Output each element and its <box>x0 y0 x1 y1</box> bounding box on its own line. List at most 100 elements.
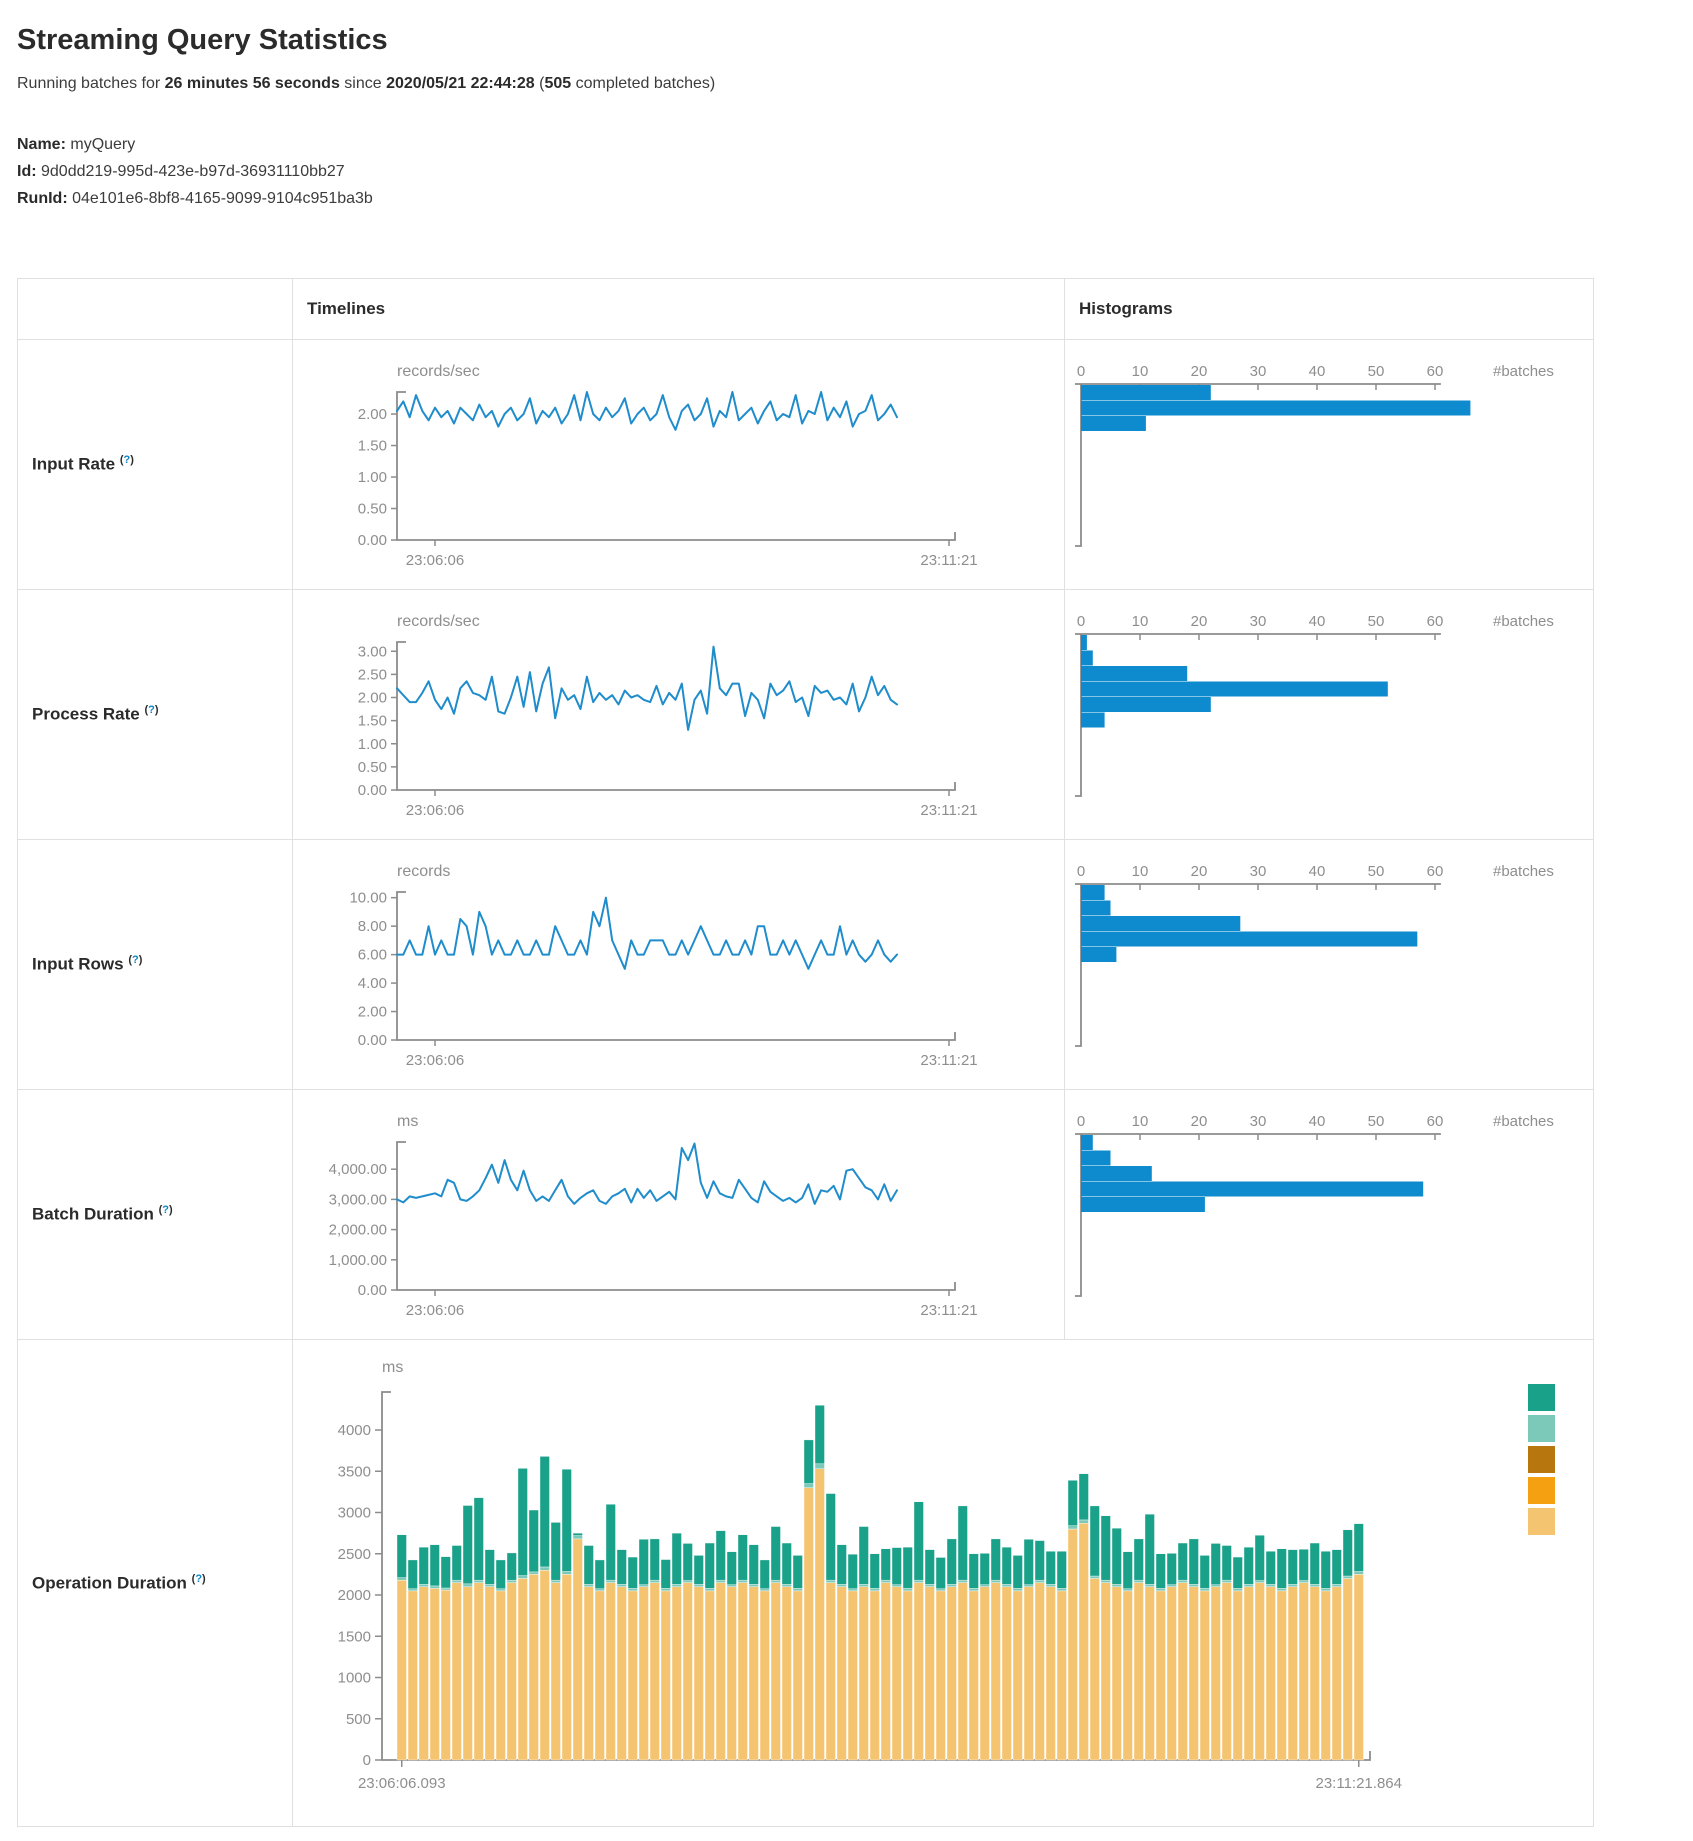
input-rate-histogram-chart: 0102030405060#batches <box>1069 354 1593 569</box>
svg-text:20: 20 <box>1191 363 1208 380</box>
svg-text:30: 30 <box>1250 363 1267 380</box>
svg-text:#batches: #batches <box>1493 613 1554 630</box>
summary-text: since <box>340 75 386 92</box>
query-name-line: Name: myQuery <box>17 131 1676 158</box>
svg-text:50: 50 <box>1368 863 1385 880</box>
query-runid-line: RunId: 04e101e6-8bf8-4165-9099-9104c951b… <box>17 185 1676 212</box>
svg-text:#batches: #batches <box>1493 1113 1554 1130</box>
svg-text:2.00: 2.00 <box>358 406 387 423</box>
svg-text:23:11:21: 23:11:21 <box>920 802 977 819</box>
input-rate-histogram-cell: 0102030405060#batches <box>1065 340 1594 590</box>
batch-duration-help-tooltip[interactable]: (?) <box>159 1204 173 1216</box>
id-label: Id: <box>17 163 37 180</box>
svg-text:#batches: #batches <box>1493 863 1554 880</box>
svg-text:records: records <box>397 863 450 880</box>
svg-text:0: 0 <box>1077 363 1085 380</box>
svg-text:30: 30 <box>1250 613 1267 630</box>
svg-text:20: 20 <box>1191 863 1208 880</box>
input-rows-timeline-chart: records0.002.004.006.008.0010.0023:06:06… <box>297 850 997 1082</box>
operation-duration-row: Operation Duration (?) ms050010001500200… <box>18 1340 1594 1827</box>
process-rate-timeline-chart: records/sec0.000.501.001.502.002.503.002… <box>297 600 997 832</box>
svg-text:1.50: 1.50 <box>358 438 387 455</box>
svg-text:2,000.00: 2,000.00 <box>329 1222 387 1239</box>
row-label: Batch Duration <box>32 1205 154 1224</box>
svg-text:23:06:06.093: 23:06:06.093 <box>358 1775 446 1792</box>
svg-text:3,000.00: 3,000.00 <box>329 1191 387 1208</box>
timelines-header: Timelines <box>293 279 1065 340</box>
svg-text:40: 40 <box>1309 363 1326 380</box>
svg-text:ms: ms <box>382 1359 403 1376</box>
svg-text:3.00: 3.00 <box>358 643 387 660</box>
start-timestamp: 2020/05/21 22:44:28 <box>386 75 535 92</box>
svg-text:23:06:06: 23:06:06 <box>406 1302 464 1319</box>
summary-text: ( <box>535 75 545 92</box>
svg-text:23:11:21: 23:11:21 <box>920 1052 977 1069</box>
legend-swatch <box>1528 1508 1555 1535</box>
row-label: Input Rate <box>32 455 115 474</box>
svg-text:6.00: 6.00 <box>358 947 387 964</box>
input-rows-histogram-cell: 0102030405060#batches <box>1065 840 1594 1090</box>
input-rows-histogram-chart: 0102030405060#batches <box>1069 854 1593 1069</box>
input-rows-help-tooltip[interactable]: (?) <box>128 954 142 966</box>
svg-text:3000: 3000 <box>338 1505 371 1522</box>
page-title: Streaming Query Statistics <box>17 24 1676 57</box>
batch-duration-row: Batch Duration (?) ms0.001,000.002,000.0… <box>18 1090 1594 1340</box>
process-rate-help-tooltip[interactable]: (?) <box>144 704 158 716</box>
operation-duration-help-tooltip[interactable]: (?) <box>192 1573 206 1585</box>
empty-header-cell <box>18 279 293 340</box>
svg-text:10: 10 <box>1132 363 1149 380</box>
completed-batches-count: 505 <box>544 75 571 92</box>
svg-text:10: 10 <box>1132 613 1149 630</box>
svg-text:2.00: 2.00 <box>358 690 387 707</box>
svg-text:20: 20 <box>1191 613 1208 630</box>
svg-text:23:06:06: 23:06:06 <box>406 552 464 569</box>
svg-text:23:11:21: 23:11:21 <box>920 1302 977 1319</box>
query-runid-value: 04e101e6-8bf8-4165-9099-9104c951ba3b <box>72 190 373 207</box>
process-rate-histogram-chart: 0102030405060#batches <box>1069 604 1593 819</box>
row-label: Operation Duration <box>32 1573 187 1592</box>
process-rate-histogram-cell: 0102030405060#batches <box>1065 590 1594 840</box>
svg-text:1500: 1500 <box>338 1628 371 1645</box>
input-rate-label-cell: Input Rate (?) <box>18 340 293 590</box>
running-batches-summary: Running batches for 26 minutes 56 second… <box>17 75 1676 93</box>
input-rate-help-tooltip[interactable]: (?) <box>120 454 134 466</box>
operation-duration-label-cell: Operation Duration (?) <box>18 1340 293 1827</box>
histograms-header: Histograms <box>1065 279 1594 340</box>
svg-text:20: 20 <box>1191 1113 1208 1130</box>
svg-text:23:11:21: 23:11:21 <box>920 552 977 569</box>
statistics-table: Timelines Histograms Input Rate (?) reco… <box>17 278 1594 1827</box>
svg-text:1.50: 1.50 <box>358 713 387 730</box>
svg-text:50: 50 <box>1368 1113 1385 1130</box>
operation-duration-chart: ms0500100015002000250030003500400023:06:… <box>297 1352 1577 1800</box>
svg-text:ms: ms <box>397 1113 418 1130</box>
svg-text:50: 50 <box>1368 363 1385 380</box>
svg-text:50: 50 <box>1368 613 1385 630</box>
process-rate-label-cell: Process Rate (?) <box>18 590 293 840</box>
svg-text:40: 40 <box>1309 1113 1326 1130</box>
name-label: Name: <box>17 136 66 153</box>
process-rate-row: Process Rate (?) records/sec0.000.501.00… <box>18 590 1594 840</box>
question-mark-icon: ? <box>132 954 139 966</box>
batch-duration-label-cell: Batch Duration (?) <box>18 1090 293 1340</box>
svg-text:0.00: 0.00 <box>358 532 387 549</box>
svg-text:23:06:06: 23:06:06 <box>406 802 464 819</box>
row-label: Process Rate <box>32 705 140 724</box>
row-label: Input Rows <box>32 955 124 974</box>
input-rows-label-cell: Input Rows (?) <box>18 840 293 1090</box>
process-rate-timeline-cell: records/sec0.000.501.001.502.002.503.002… <box>293 590 1065 840</box>
svg-text:1.00: 1.00 <box>358 469 387 486</box>
operation-duration-chart-cell: ms0500100015002000250030003500400023:06:… <box>293 1340 1594 1827</box>
svg-text:0.00: 0.00 <box>358 1032 387 1049</box>
summary-text: Running batches for <box>17 75 165 92</box>
input-rate-timeline-chart: records/sec0.000.501.001.502.0023:06:062… <box>297 350 997 582</box>
svg-text:4,000.00: 4,000.00 <box>329 1161 387 1178</box>
svg-text:2500: 2500 <box>338 1546 371 1563</box>
svg-text:40: 40 <box>1309 863 1326 880</box>
question-mark-icon: ? <box>162 1204 169 1216</box>
svg-text:1,000.00: 1,000.00 <box>329 1252 387 1269</box>
svg-text:0: 0 <box>1077 1113 1085 1130</box>
svg-text:records/sec: records/sec <box>397 363 480 380</box>
svg-text:30: 30 <box>1250 863 1267 880</box>
svg-text:0: 0 <box>1077 863 1085 880</box>
svg-text:2000: 2000 <box>338 1587 371 1604</box>
